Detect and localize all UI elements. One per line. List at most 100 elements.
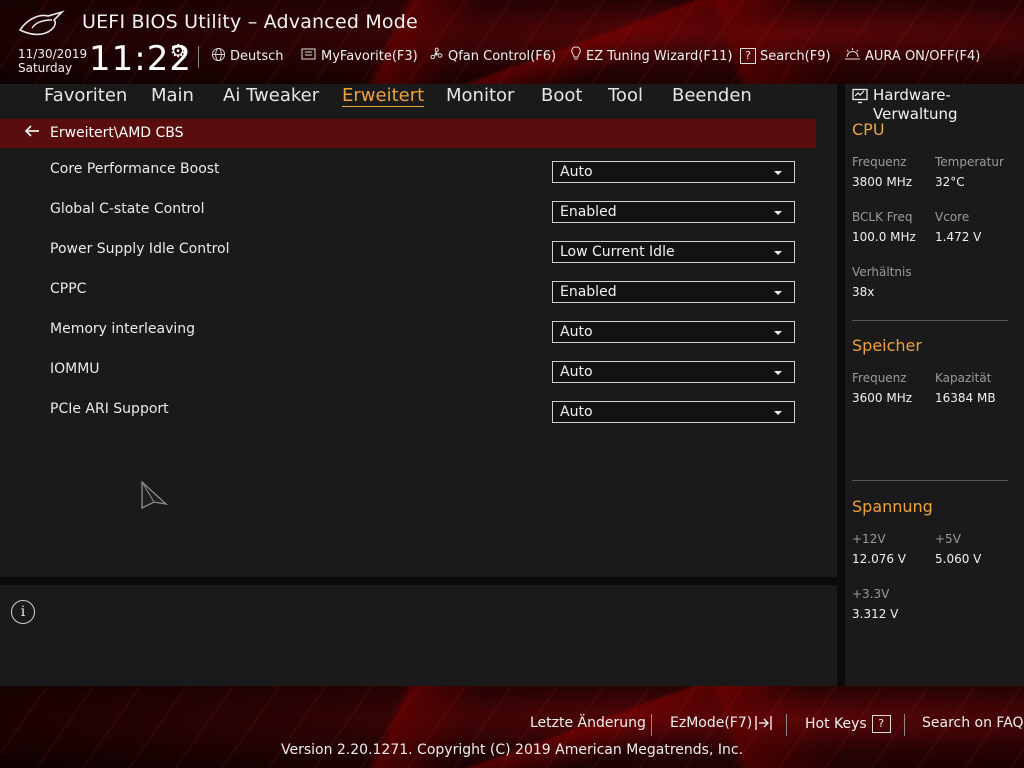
cpu-freq-label: Frequenz: [852, 155, 907, 169]
dropdown-value: Enabled: [560, 284, 617, 300]
setting-dropdown[interactable]: Auto: [552, 401, 795, 423]
mem-freq-label: Frequenz: [852, 371, 907, 385]
tab-ai-tweaker[interactable]: Ai Tweaker: [223, 85, 319, 106]
dropdown-value: Auto: [560, 324, 593, 340]
v33-value: 3.312 V: [852, 607, 899, 621]
setting-row[interactable]: Memory interleaving Auto: [0, 320, 816, 356]
setting-row[interactable]: Global C-state Control Enabled: [0, 200, 816, 236]
date-display: 11/30/2019 Saturday: [18, 47, 87, 75]
divider: [852, 480, 1008, 481]
vcore-value: 1.472 V: [935, 230, 982, 244]
caret-down-icon: [774, 211, 782, 215]
ratio-label: Verhältnis: [852, 265, 912, 279]
ez-tuning-button[interactable]: EZ Tuning Wizard(F11): [570, 46, 732, 66]
setting-row[interactable]: CPPC Enabled: [0, 280, 816, 316]
memory-heading: Speicher: [852, 336, 922, 355]
tab-monitor[interactable]: Monitor: [446, 85, 514, 106]
qfan-button[interactable]: Qfan Control(F6): [428, 46, 556, 66]
cpu-temp-value: 32°C: [935, 175, 965, 189]
setting-dropdown[interactable]: Auto: [552, 361, 795, 383]
setting-row[interactable]: Core Performance Boost Auto: [0, 160, 816, 196]
qfan-label: Qfan Control(F6): [448, 48, 557, 64]
cpu-heading: CPU: [852, 120, 885, 139]
dropdown-value: Enabled: [560, 204, 617, 220]
ezmode-button[interactable]: EzMode(F7): [670, 715, 774, 731]
tab-beenden[interactable]: Beenden: [672, 85, 752, 106]
caret-down-icon: [774, 331, 782, 335]
breadcrumb: Erweitert\AMD CBS: [0, 119, 816, 148]
v33-label: +3.3V: [852, 587, 890, 601]
caret-down-icon: [774, 251, 782, 255]
setting-dropdown[interactable]: Enabled: [552, 281, 795, 303]
main-panel: Favoriten Main Ai Tweaker Erweitert Moni…: [0, 84, 837, 577]
mem-cap-label: Kapazität: [935, 371, 992, 385]
divider: [651, 714, 652, 736]
help-box-icon: ?: [871, 715, 891, 733]
setting-dropdown[interactable]: Auto: [552, 321, 795, 343]
date-text: 11/30/2019: [18, 47, 88, 61]
cpu-temp-label: Temperatur: [935, 155, 1004, 169]
breadcrumb-path: Erweitert\AMD CBS: [50, 125, 184, 141]
myfavorite-button[interactable]: MyFavorite(F3): [301, 46, 418, 66]
gear-icon[interactable]: ⚙: [170, 41, 186, 62]
search-button[interactable]: ? Search(F9): [740, 46, 831, 66]
setting-dropdown[interactable]: Low Current Idle: [552, 241, 795, 263]
cpu-freq-value: 3800 MHz: [852, 175, 913, 189]
setting-label: Global C-state Control: [50, 201, 205, 217]
language-label: Deutsch: [230, 48, 284, 64]
hotkeys-label: Hot Keys: [805, 716, 867, 732]
caret-down-icon: [774, 411, 782, 415]
v12-label: +12V: [852, 532, 886, 546]
globe-icon: [211, 47, 226, 66]
setting-dropdown[interactable]: Enabled: [552, 201, 795, 223]
divider: [198, 46, 199, 68]
setting-dropdown[interactable]: Auto: [552, 161, 795, 183]
setting-row[interactable]: PCIe ARI Support Auto: [0, 400, 816, 436]
myfavorite-label: MyFavorite(F3): [321, 48, 418, 64]
tab-boot[interactable]: Boot: [541, 85, 582, 106]
tab-main[interactable]: Main: [151, 85, 194, 106]
tab-favoriten[interactable]: Favoriten: [44, 85, 127, 106]
copyright-text: Version 2.20.1271. Copyright (C) 2019 Am…: [280, 742, 744, 758]
favorite-icon: [301, 47, 317, 65]
caret-down-icon: [774, 371, 782, 375]
caret-down-icon: [774, 291, 782, 295]
v12-value: 12.076 V: [852, 552, 907, 566]
header-bar: UEFI BIOS Utility – Advanced Mode 11/30/…: [0, 0, 1024, 84]
last-change-button[interactable]: Letzte Änderung: [530, 715, 646, 731]
back-arrow-icon[interactable]: [24, 123, 40, 142]
footer-bar: Letzte Änderung EzMode(F7) Hot Keys ? Se…: [0, 686, 1024, 768]
ezmode-label: EzMode(F7): [670, 715, 753, 731]
mouse-cursor-icon: [141, 480, 168, 510]
divider: [786, 714, 787, 736]
dropdown-value: Low Current Idle: [560, 244, 675, 260]
monitor-icon: [852, 88, 868, 104]
bclk-label: BCLK Freq: [852, 210, 913, 224]
setting-row[interactable]: IOMMU Auto: [0, 360, 816, 396]
aura-button[interactable]: AURA ON/OFF(F4): [844, 46, 980, 66]
search-faq-button[interactable]: Search on FAQ: [922, 715, 1024, 731]
setting-label: PCIe ARI Support: [50, 401, 169, 417]
setting-label: IOMMU: [50, 361, 100, 377]
tab-tool[interactable]: Tool: [608, 85, 643, 106]
language-button[interactable]: Deutsch: [211, 46, 284, 66]
tab-bar: Favoriten Main Ai Tweaker Erweitert Moni…: [0, 84, 837, 114]
search-label: Search(F9): [760, 48, 831, 64]
tab-erweitert[interactable]: Erweitert: [342, 85, 425, 107]
setting-label: Power Supply Idle Control: [50, 241, 230, 257]
divider: [852, 320, 1008, 321]
hotkeys-button[interactable]: Hot Keys ?: [805, 715, 895, 733]
aura-icon: [844, 47, 861, 65]
help-info-panel: i: [0, 585, 837, 686]
exit-icon: [755, 716, 772, 730]
setting-label: CPPC: [50, 281, 87, 297]
vcore-label: Vcore: [935, 210, 970, 224]
fan-icon: [428, 46, 444, 66]
setting-row[interactable]: Power Supply Idle Control Low Current Id…: [0, 240, 816, 276]
hardware-title: Hardware-Verwaltung: [873, 86, 958, 123]
app-title: UEFI BIOS Utility – Advanced Mode: [82, 11, 418, 33]
divider: [904, 714, 905, 736]
dropdown-value: Auto: [560, 364, 593, 380]
dropdown-value: Auto: [560, 404, 593, 420]
rog-logo-icon: [18, 10, 65, 36]
